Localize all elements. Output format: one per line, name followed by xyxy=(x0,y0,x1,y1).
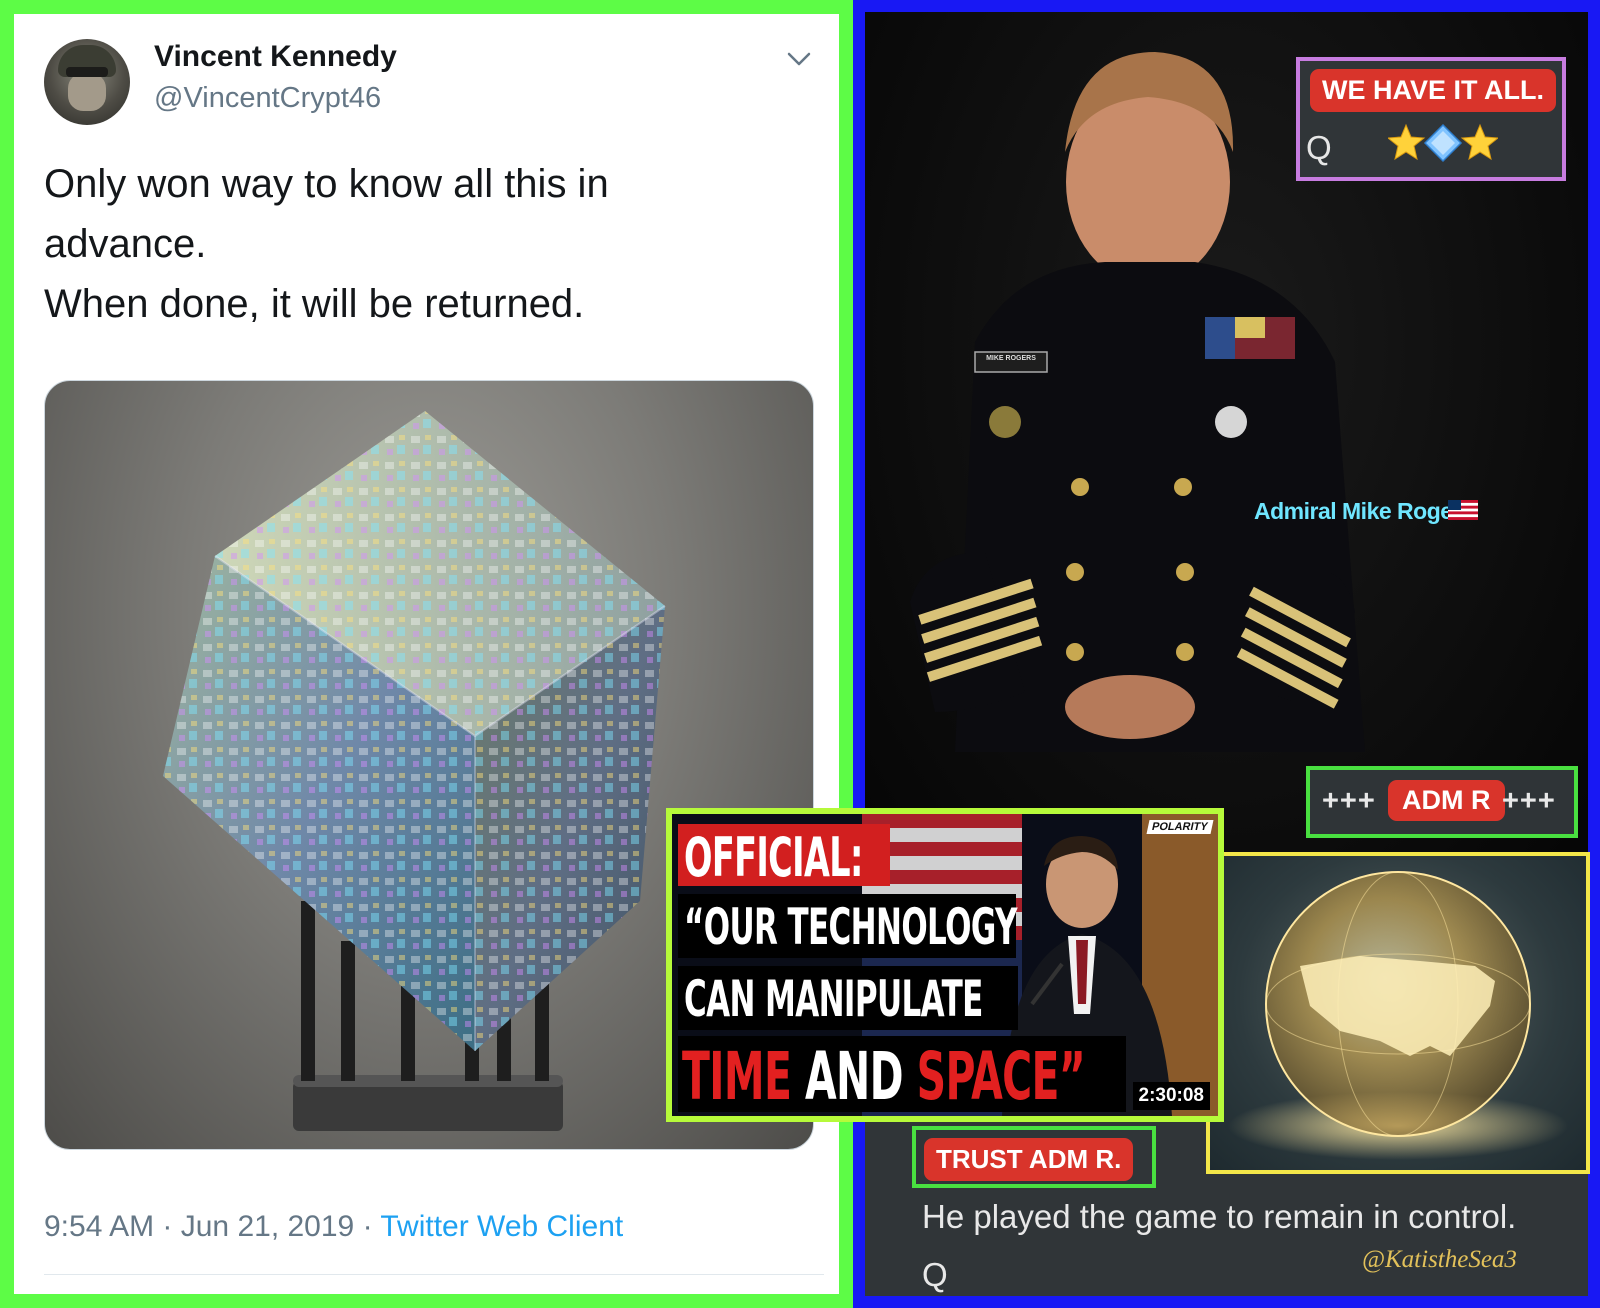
adm-r-pill: ADM R xyxy=(1388,780,1505,821)
tweet-line: Only won way to know all this in xyxy=(44,162,609,206)
headline-word-and: AND xyxy=(804,1038,917,1115)
star-emoji-icon xyxy=(1388,123,1426,161)
star-emoji-icon xyxy=(1460,123,1498,161)
tweet-client-link[interactable]: Twitter Web Client xyxy=(380,1210,623,1243)
diamond-emoji-icon xyxy=(1423,123,1463,163)
tweet-metadata: 9:54 AM · Jun 21, 2019 · Twitter Web Cli… xyxy=(44,1210,623,1244)
channel-logo: POLARITY xyxy=(1146,820,1214,834)
tweet-line: When done, it will be returned. xyxy=(44,282,585,326)
us-flag-icon xyxy=(1448,500,1478,520)
watermark: @KatistheSea3 xyxy=(1362,1246,1517,1273)
globe-illustration xyxy=(1228,871,1568,1160)
tweet-time[interactable]: 9:54 AM xyxy=(44,1210,154,1243)
video-thumbnail[interactable]: OFFICIAL: “OUR TECHNOLOGY CAN MANIPULATE… xyxy=(666,808,1224,1122)
divider xyxy=(44,1274,824,1275)
display-name[interactable]: Vincent Kennedy xyxy=(154,40,397,74)
uniform-nametag: MIKE ROGERS xyxy=(986,355,1036,362)
thumbnail-headline-official: OFFICIAL: xyxy=(684,826,863,889)
meta-separator: · xyxy=(354,1210,381,1243)
adm-r-label: +++ ADM R +++ xyxy=(1306,766,1578,838)
headline-word-time: TIME xyxy=(682,1038,805,1115)
q-signature: Q xyxy=(1306,129,1332,166)
tweet-line: advance. xyxy=(44,222,207,266)
q-signature: Q xyxy=(922,1256,948,1293)
tweet-date[interactable]: Jun 21, 2019 xyxy=(181,1210,354,1243)
user-handle[interactable]: @VincentCrypt46 xyxy=(154,82,381,115)
avatar[interactable] xyxy=(44,39,130,125)
post-footer-text: He played the game to remain in control. xyxy=(922,1198,1517,1235)
thumbnail-headline-line: “OUR TECHNOLOGY xyxy=(684,898,1017,956)
portrait-caption: Admiral Mike Rogers xyxy=(1254,498,1474,524)
thumbnail-headline-line: CAN MANIPULATE xyxy=(684,970,983,1028)
chevron-down-icon[interactable] xyxy=(784,44,814,74)
tweet-text: Only won way to know all this in advance… xyxy=(44,154,824,334)
meta-separator: · xyxy=(154,1210,181,1243)
headline-word-space: SPACE” xyxy=(916,1038,1086,1115)
plus-suffix: +++ xyxy=(1502,785,1556,817)
trust-adm-r-pill: TRUST ADM R. xyxy=(924,1138,1134,1181)
we-have-it-all-pill: WE HAVE IT ALL. xyxy=(1310,69,1556,112)
video-duration-badge: 2:30:08 xyxy=(1132,1082,1210,1110)
plus-prefix: +++ xyxy=(1322,785,1376,817)
we-have-it-all-label: WE HAVE IT ALL. Q xyxy=(1296,57,1566,181)
trust-adm-r-label: TRUST ADM R. xyxy=(912,1126,1156,1188)
thumbnail-headline-line: TIME AND SPACE” xyxy=(682,1038,1086,1115)
glowing-globe-image xyxy=(1206,852,1590,1174)
star-diamond-emoji-icon xyxy=(1388,123,1498,163)
